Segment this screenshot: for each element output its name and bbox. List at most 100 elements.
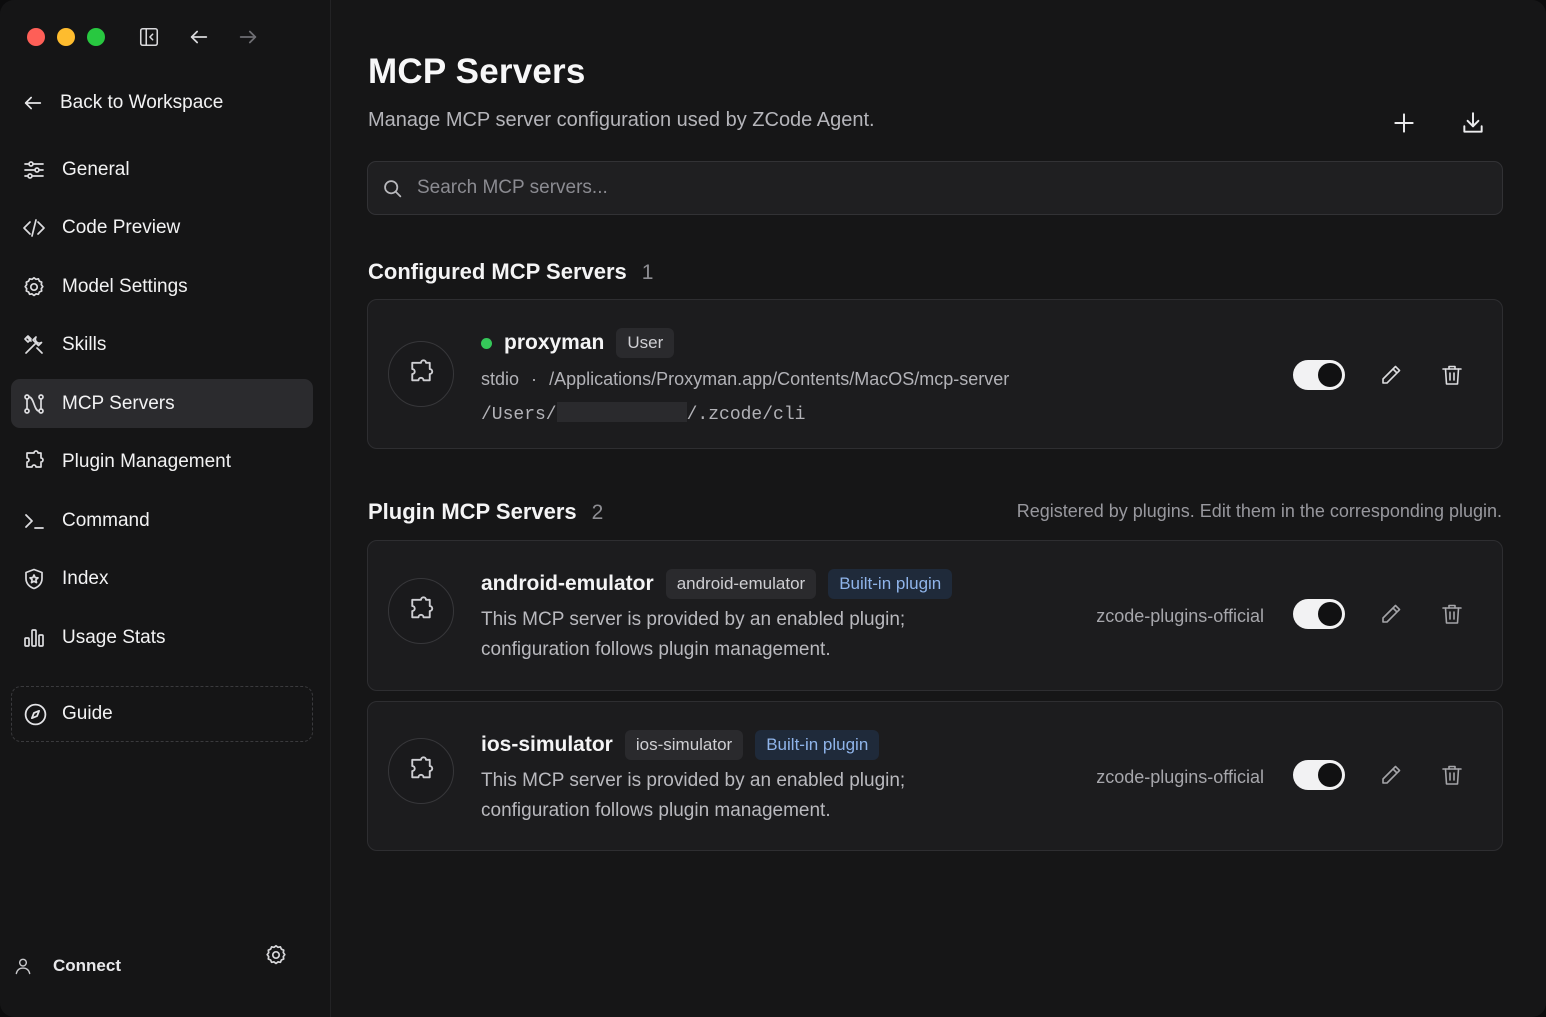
builtin-plugin-badge: Built-in plugin bbox=[755, 730, 880, 760]
enable-toggle[interactable] bbox=[1293, 360, 1345, 390]
cwd-prefix: /Users/ bbox=[481, 405, 557, 425]
server-name: android-emulator bbox=[481, 572, 654, 595]
server-description: This MCP server is provided by an enable… bbox=[481, 605, 1041, 665]
shield-icon bbox=[25, 568, 43, 590]
guide-button[interactable]: Guide bbox=[11, 686, 313, 742]
cog-icon bbox=[24, 276, 44, 296]
plugin-section-title: Plugin MCP Servers bbox=[368, 499, 577, 524]
server-header: android-emulator android-emulator Built-… bbox=[481, 569, 953, 599]
enable-toggle[interactable] bbox=[1293, 599, 1345, 629]
enable-toggle[interactable] bbox=[1293, 760, 1345, 790]
edit-button[interactable] bbox=[1377, 361, 1405, 389]
delete-button[interactable] bbox=[1438, 761, 1466, 789]
server-card-proxyman: proxyman User stdio · /Applications/Prox… bbox=[367, 299, 1503, 449]
code-icon bbox=[23, 219, 45, 237]
description-line: This MCP server is provided by an enable… bbox=[481, 609, 906, 630]
sidebar-item-label: Index bbox=[62, 568, 109, 589]
sidebar-item-index[interactable]: Index bbox=[11, 555, 313, 604]
sidebar-item-model-settings[interactable]: Model Settings bbox=[11, 262, 313, 311]
toggle-sidebar-icon[interactable] bbox=[136, 24, 162, 50]
puzzle-icon bbox=[388, 341, 454, 407]
scope-tag: User bbox=[616, 328, 675, 358]
back-to-workspace-label: Back to Workspace bbox=[60, 92, 224, 113]
back-to-workspace-link[interactable]: Back to Workspace bbox=[22, 86, 223, 120]
sidebar-item-label: Skills bbox=[62, 334, 107, 355]
import-server-button[interactable] bbox=[1458, 108, 1488, 138]
puzzle-icon bbox=[388, 578, 454, 644]
connect-label: Connect bbox=[53, 956, 121, 975]
puzzle-icon bbox=[26, 450, 44, 468]
sidebar-item-plugin-management[interactable]: Plugin Management bbox=[11, 438, 313, 487]
plugin-section-header: Plugin MCP Servers 2 bbox=[368, 499, 603, 525]
sidebar-item-mcp-servers[interactable]: MCP Servers bbox=[11, 379, 313, 428]
sidebar-item-label: Model Settings bbox=[62, 275, 188, 297]
back-arrow-icon[interactable] bbox=[186, 24, 212, 50]
edit-button[interactable] bbox=[1377, 600, 1405, 628]
plugin-owner: zcode-plugins-official bbox=[1096, 606, 1264, 626]
window-controls bbox=[27, 28, 105, 46]
settings-nav: General Code Preview Model Settings Skil… bbox=[11, 145, 313, 672]
delete-button[interactable] bbox=[1438, 361, 1466, 389]
user-icon bbox=[15, 958, 31, 975]
status-dot bbox=[481, 337, 492, 349]
connect-button[interactable]: Connect bbox=[13, 956, 121, 976]
server-header: proxyman User bbox=[481, 328, 675, 358]
bar-chart-icon bbox=[24, 628, 44, 647]
configured-section-header: Configured MCP Servers 1 bbox=[368, 259, 653, 285]
add-server-button[interactable] bbox=[1389, 108, 1419, 138]
terminal-icon bbox=[25, 513, 44, 529]
configured-count: 1 bbox=[641, 261, 654, 284]
maximize-window-button[interactable] bbox=[87, 28, 105, 46]
page-subtitle: Manage MCP server configuration used by … bbox=[368, 109, 875, 131]
server-card-ios-simulator: ios-simulator ios-simulator Built-in plu… bbox=[367, 701, 1503, 851]
server-transport: stdio bbox=[481, 369, 520, 389]
arrow-left-icon bbox=[24, 96, 42, 110]
tools-icon bbox=[24, 335, 43, 354]
plugin-count: 2 bbox=[591, 501, 604, 524]
sidebar-item-command[interactable]: Command bbox=[11, 496, 313, 545]
minimize-window-button[interactable] bbox=[57, 28, 75, 46]
sidebar-item-label: Command bbox=[62, 509, 150, 531]
plugin-tag: android-emulator bbox=[665, 569, 817, 599]
close-window-button[interactable] bbox=[27, 28, 45, 46]
sidebar-item-general[interactable]: General bbox=[11, 145, 313, 194]
plus-icon bbox=[1394, 113, 1414, 133]
description-line: configuration follows plugin management. bbox=[481, 800, 831, 821]
sidebar-item-usage-stats[interactable]: Usage Stats bbox=[11, 613, 313, 662]
delete-button[interactable] bbox=[1438, 600, 1466, 628]
settings-gear-icon[interactable] bbox=[264, 943, 290, 969]
separator: · bbox=[531, 369, 538, 389]
search-icon bbox=[384, 179, 402, 197]
plugin-section-note: Registered by plugins. Edit them in the … bbox=[1016, 501, 1502, 521]
sidebar-item-skills[interactable]: Skills bbox=[11, 321, 313, 370]
mcp-icon bbox=[24, 393, 44, 414]
plugin-tag: ios-simulator bbox=[624, 730, 744, 760]
forward-arrow-icon[interactable] bbox=[235, 24, 261, 50]
trash-icon bbox=[1442, 604, 1462, 624]
compass-icon bbox=[24, 703, 47, 725]
search-input[interactable] bbox=[417, 177, 1477, 199]
configured-section-title: Configured MCP Servers bbox=[368, 259, 627, 284]
trash-icon bbox=[1442, 765, 1462, 785]
server-card-android-emulator: android-emulator android-emulator Built-… bbox=[367, 540, 1503, 691]
pencil-icon bbox=[1382, 604, 1401, 623]
trash-icon bbox=[1442, 365, 1462, 385]
sidebar-item-code-preview[interactable]: Code Preview bbox=[11, 204, 313, 253]
server-name: proxyman bbox=[504, 331, 605, 354]
guide-label: Guide bbox=[62, 703, 113, 724]
search-bar bbox=[367, 161, 1503, 215]
description-line: configuration follows plugin management. bbox=[481, 639, 831, 660]
sidebar-item-label: Plugin Management bbox=[62, 451, 231, 472]
puzzle-icon bbox=[388, 738, 454, 804]
pencil-icon bbox=[1382, 365, 1401, 384]
sliders-icon bbox=[24, 160, 44, 179]
server-header: ios-simulator ios-simulator Built-in plu… bbox=[481, 730, 880, 760]
sidebar-item-label: Usage Stats bbox=[62, 626, 166, 648]
download-icon bbox=[1463, 112, 1483, 133]
page-title: MCP Servers bbox=[368, 52, 586, 91]
main-content: MCP Servers Manage MCP server configurat… bbox=[330, 0, 1546, 1017]
edit-button[interactable] bbox=[1377, 761, 1405, 789]
pencil-icon bbox=[1382, 765, 1401, 784]
sidebar: Back to Workspace General Code Preview M… bbox=[0, 0, 330, 1017]
redacted-username bbox=[556, 402, 687, 422]
